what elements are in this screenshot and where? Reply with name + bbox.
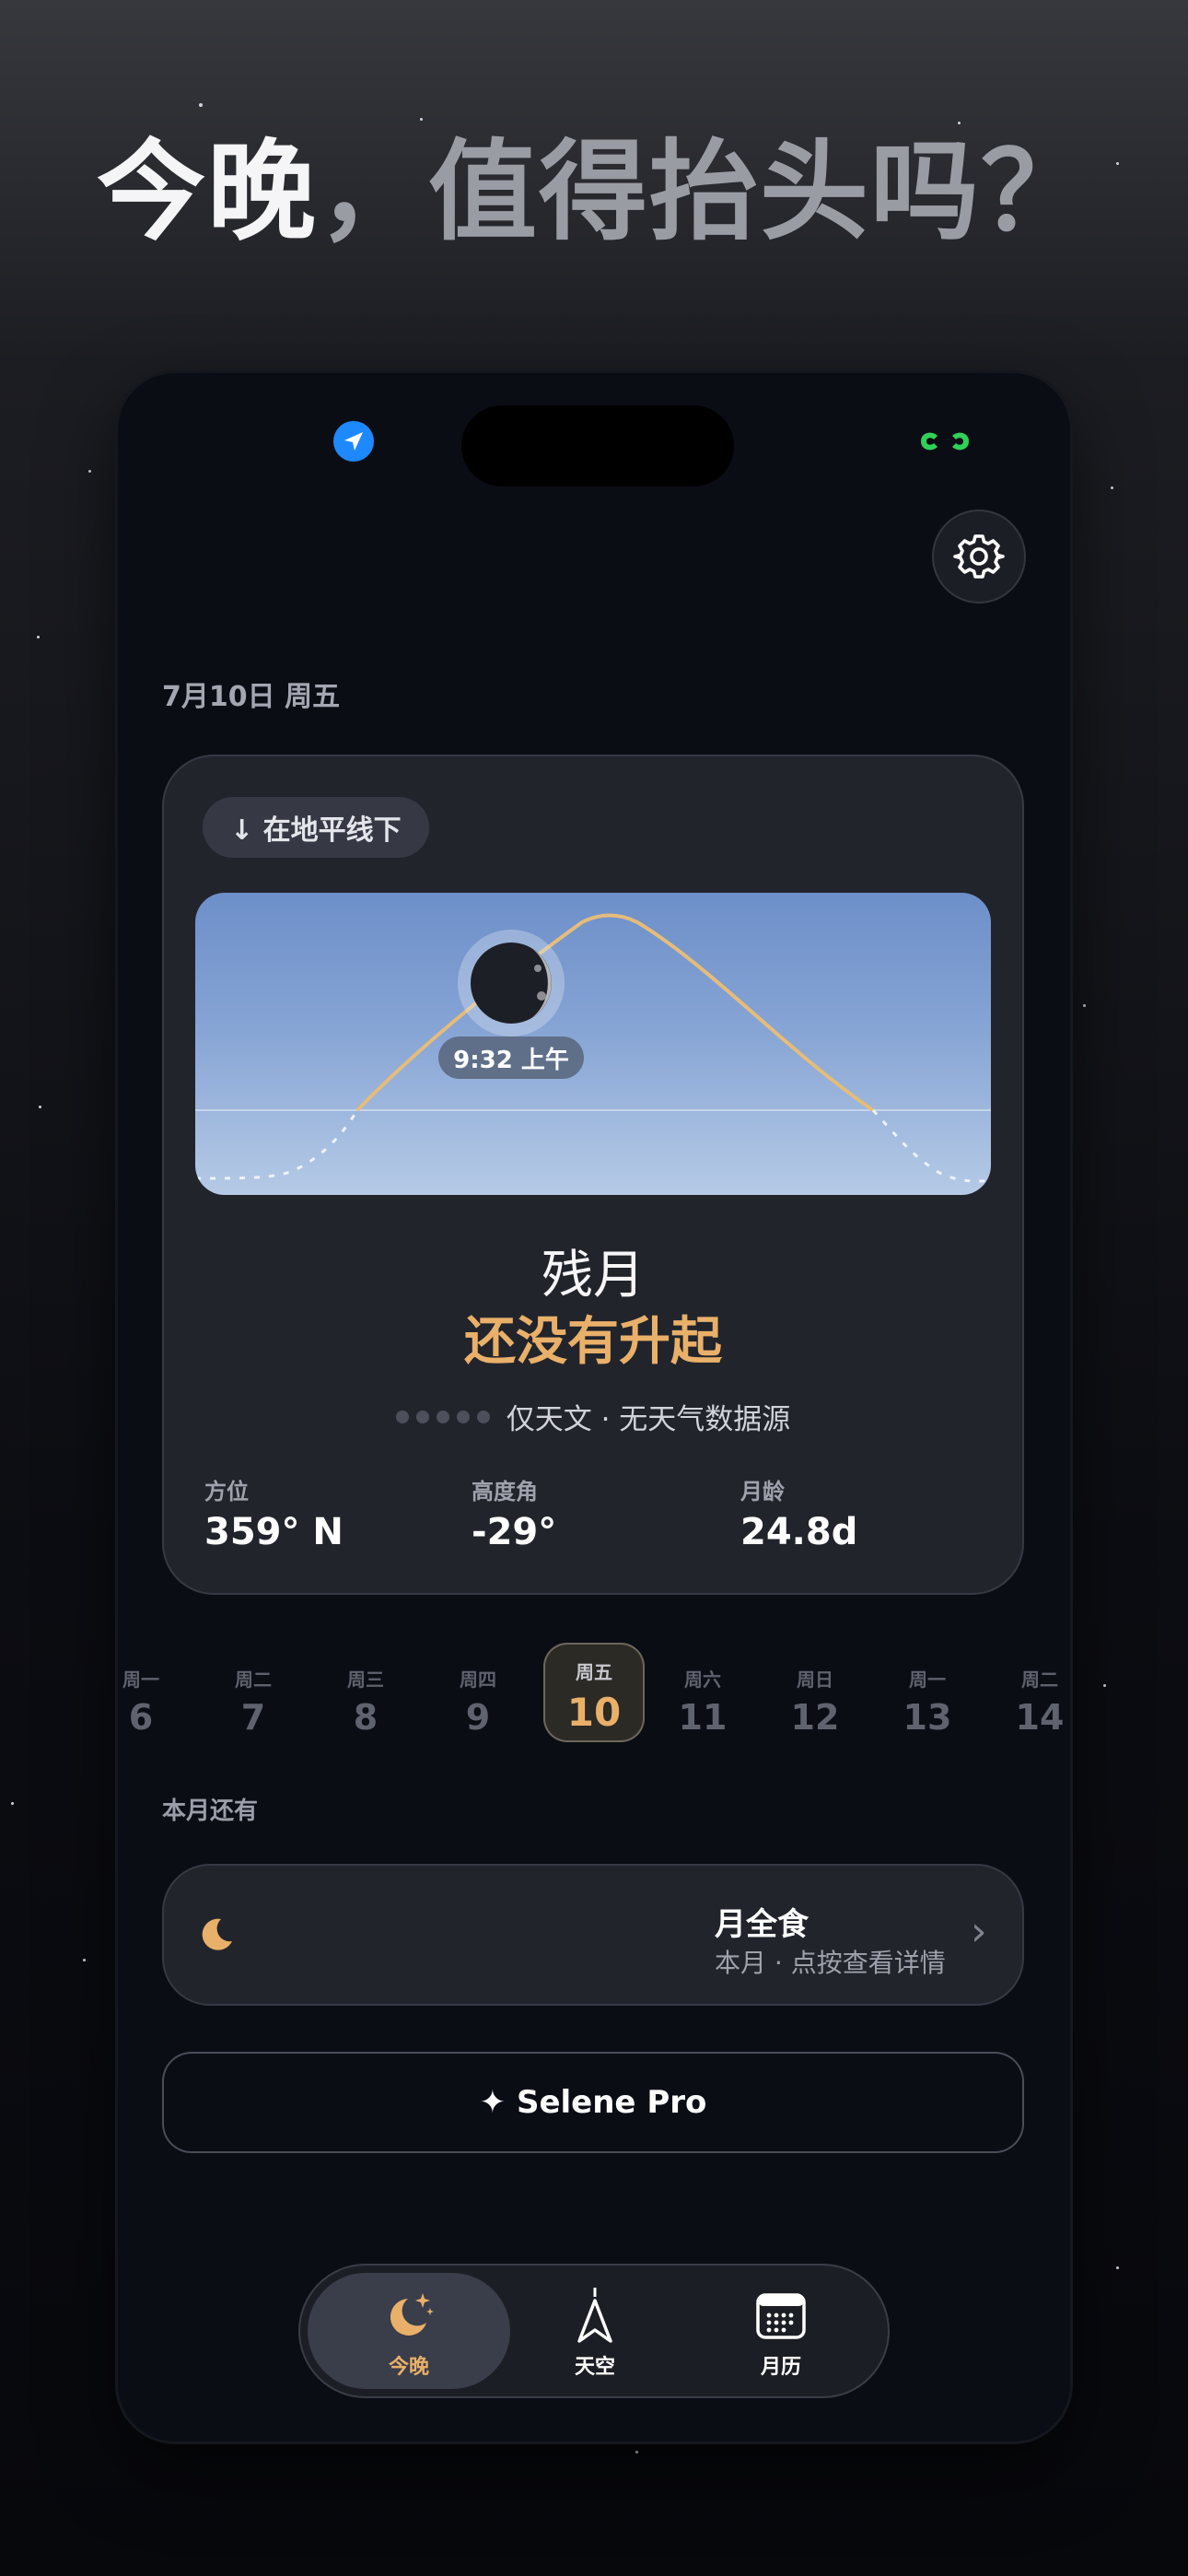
day-number: 14 [1015, 1697, 1065, 1738]
stat-value: -29° [472, 1511, 557, 1553]
horizon-badge: ↓ 在地平线下 [203, 797, 429, 858]
moon-icon [458, 930, 565, 1036]
tab-label: 今晚 [388, 2356, 429, 2379]
moon-path-curve [355, 913, 875, 1112]
day-item[interactable]: 周三 8 [315, 1643, 416, 1738]
stat-azimuth: 方位 359° N [204, 1473, 344, 1553]
day-item[interactable]: 周一 6 [118, 1643, 192, 1738]
rise-time-label: 9:32 上午 [453, 1046, 569, 1074]
headline-part1: 今晚 [96, 128, 318, 255]
day-weekday: 周五 [576, 1661, 612, 1683]
stat-value: 359° N [204, 1511, 344, 1553]
day-weekday: 周三 [347, 1669, 384, 1691]
calendar-icon [680, 2288, 882, 2345]
source-dots [395, 1410, 490, 1423]
moon-stars-icon [308, 2288, 510, 2345]
event-title: 月全食 [715, 1906, 809, 1943]
tab-label: 月历 [760, 2356, 801, 2379]
day-number: 7 [240, 1697, 266, 1738]
day-item-selected[interactable]: 周五 10 [543, 1643, 645, 1742]
tab-label: 天空 [574, 2356, 615, 2379]
day-weekday: 周日 [797, 1669, 833, 1691]
data-source-row: 仅天文 · 无天气数据源 [162, 1396, 1024, 1437]
day-item[interactable]: 周一 13 [877, 1643, 978, 1738]
event-subtitle: 本月 · 点按查看详情 [715, 1948, 946, 1978]
week-strip: 周一 6 周二 7 周三 8 周四 9 周五 10 周六 11 周日 12 周一 [118, 1643, 1070, 1746]
day-weekday: 周一 [122, 1669, 159, 1691]
moon-status: 还没有升起 [464, 1312, 722, 1372]
settings-button[interactable] [932, 509, 1026, 603]
day-weekday: 周六 [684, 1669, 721, 1691]
day-item[interactable]: 周日 12 [764, 1643, 866, 1738]
gear-icon [953, 534, 1005, 579]
date-label: 7月10日 周五 [162, 681, 341, 713]
tab-tonight[interactable]: 今晚 [308, 2273, 510, 2389]
day-item[interactable]: 周四 9 [427, 1643, 529, 1738]
stat-value: 24.8d [740, 1511, 858, 1553]
stat-label: 月龄 [740, 1479, 785, 1505]
horizon-badge-label: ↓ 在地平线下 [230, 814, 402, 847]
day-weekday: 周四 [460, 1669, 496, 1691]
path-below-horizon-left [195, 1109, 359, 1180]
day-item[interactable]: 周二 7 [203, 1643, 304, 1738]
stat-label: 方位 [204, 1479, 249, 1505]
stat-moon-age: 月龄 24.8d [740, 1473, 857, 1553]
headline: 今晚，值得抬头吗？ [0, 127, 1188, 256]
day-number: 9 [465, 1697, 491, 1738]
location-arrow-icon [333, 421, 374, 462]
day-number: 10 [566, 1690, 622, 1735]
day-number: 11 [678, 1697, 728, 1738]
compass-arrow-icon [494, 2288, 696, 2345]
moon-phase-name: 残月 [542, 1246, 645, 1306]
day-number: 8 [353, 1697, 379, 1738]
link-status-icon [917, 428, 973, 454]
day-item[interactable]: 周六 11 [652, 1643, 753, 1738]
day-weekday: 周一 [909, 1669, 946, 1691]
tab-sky[interactable]: 天空 [494, 2273, 696, 2389]
day-number: 6 [128, 1697, 154, 1738]
chevron-right-icon: › [971, 1908, 987, 1955]
selene-pro-button[interactable]: ✦ Selene Pro [162, 2052, 1024, 2153]
stat-altitude: 高度角 -29° [472, 1473, 556, 1553]
day-weekday: 周二 [1021, 1669, 1058, 1691]
event-card[interactable]: 月全食 本月 · 点按查看详情 › [162, 1864, 1024, 2006]
stat-label: 高度角 [472, 1479, 538, 1505]
day-weekday: 周二 [235, 1669, 272, 1691]
tab-bar: 今晚 天空 月历 [298, 2264, 890, 2398]
tab-calendar[interactable]: 月历 [680, 2273, 882, 2389]
headline-separator: ， [317, 128, 428, 255]
phone-frame: 7月10日 周五 ↓ 在地平线下 9:32 上午 残月 还没有升起 仅天文 · … [118, 373, 1070, 2441]
source-text: 仅天文 · 无天气数据源 [506, 1403, 791, 1436]
day-number: 13 [903, 1697, 952, 1738]
day-item[interactable]: 周二 14 [989, 1643, 1070, 1738]
moon-card[interactable]: ↓ 在地平线下 9:32 上午 残月 还没有升起 仅天文 · 无天气数据源 方位… [162, 755, 1024, 1595]
path-below-horizon-right [871, 1108, 991, 1183]
dynamic-island [461, 405, 734, 486]
day-number: 12 [790, 1697, 840, 1738]
month-section-label: 本月还有 [162, 1797, 259, 1825]
moon-path-chart: 9:32 上午 [195, 893, 991, 1195]
headline-part2: 值得抬头吗？ [428, 128, 1092, 255]
crescent-moon-icon [199, 1915, 236, 1952]
